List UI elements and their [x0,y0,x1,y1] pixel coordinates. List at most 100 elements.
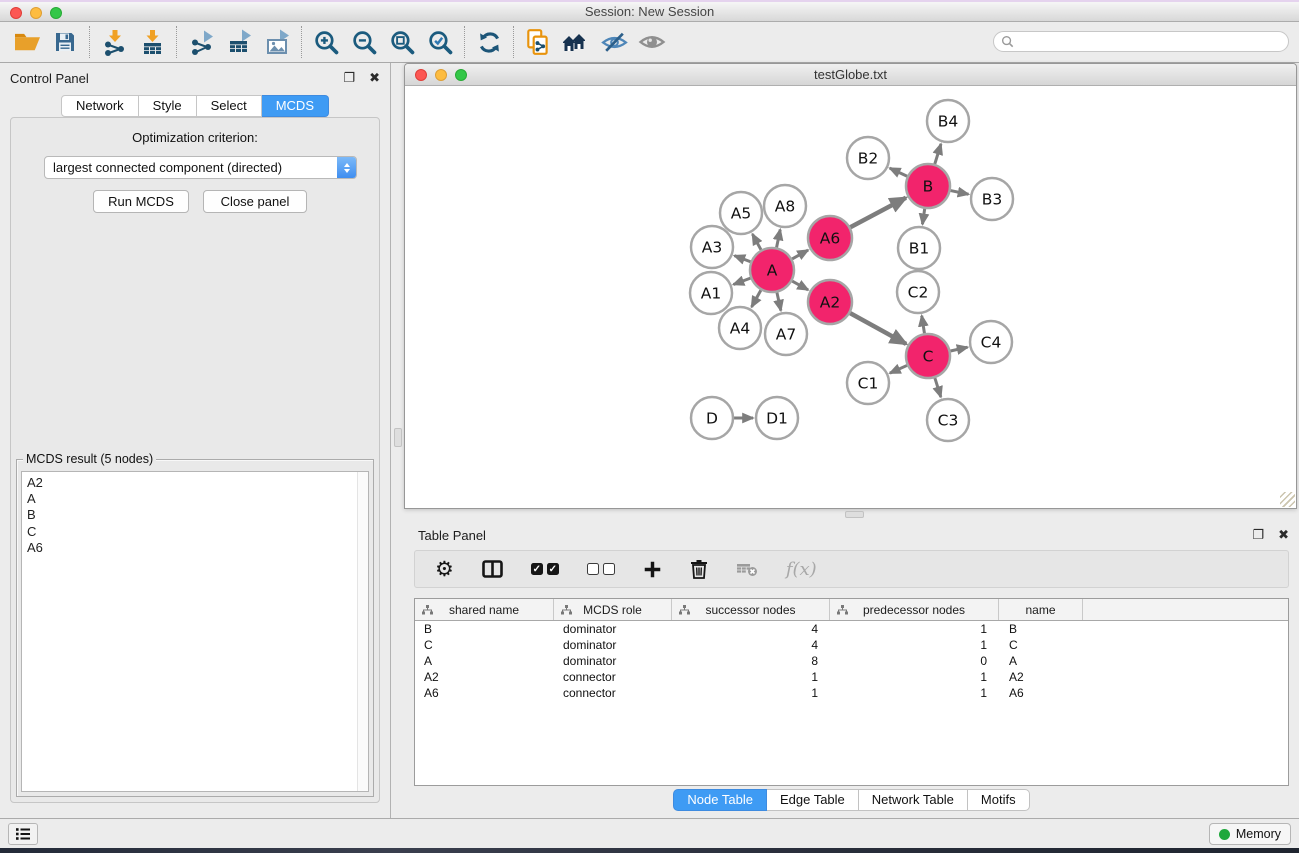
zoom-view-button[interactable] [455,69,467,81]
mcds-result-list[interactable]: A2 A B C A6 [21,471,369,792]
tab-network-table[interactable]: Network Table [859,789,968,811]
create-column-button[interactable] [643,560,662,579]
float-panel-icon[interactable]: ❐ [343,70,355,86]
zoom-selected-button[interactable] [421,24,459,60]
criterion-dropdown[interactable]: largest connected component (directed) [44,156,357,179]
show-columns-button[interactable] [482,560,503,578]
zoom-in-button[interactable] [307,24,345,60]
birds-eye-view-button[interactable] [633,24,671,60]
new-network-from-selection-button[interactable] [519,24,557,60]
graph-edge[interactable] [792,281,808,290]
graph-edge[interactable] [777,292,781,310]
network-view-window: testGlobe.txt AA1A2A3A4A5A6A7A8BB1B2B3B4… [404,63,1297,509]
graph-edge[interactable] [792,250,808,259]
tab-select[interactable]: Select [197,95,262,117]
refresh-layout-button[interactable] [470,24,508,60]
export-network-button[interactable] [182,24,220,60]
list-item[interactable]: A6 [27,540,368,556]
vertical-splitter-handle[interactable] [394,428,402,447]
import-table-button[interactable] [133,24,171,60]
close-panel-icon[interactable]: ✖ [369,70,380,86]
tab-network[interactable]: Network [61,95,139,117]
task-history-button[interactable] [8,823,38,845]
tab-motifs[interactable]: Motifs [968,789,1030,811]
tab-edge-table[interactable]: Edge Table [767,789,859,811]
graph-edge[interactable] [935,144,941,164]
table-row[interactable]: A2 connector 1 1 A2 [415,669,1288,685]
save-session-button[interactable] [46,24,84,60]
import-network-button[interactable] [95,24,133,60]
graph-edge[interactable] [890,168,907,176]
memory-button[interactable]: Memory [1209,823,1291,845]
hide-graphics-details-button[interactable] [595,24,633,60]
network-window-titlebar[interactable]: testGlobe.txt [405,64,1296,86]
graph-edge[interactable] [850,198,906,228]
tab-style[interactable]: Style [139,95,197,117]
export-network-icon [188,29,215,56]
tab-node-table[interactable]: Node Table [673,789,767,811]
table-row[interactable]: C dominator 4 1 C [415,637,1288,653]
unselect-all-columns-button[interactable] [587,563,615,575]
search-input[interactable] [1018,35,1288,49]
column-header-successor-nodes[interactable]: successor nodes [672,599,830,620]
graph-edge[interactable] [951,191,969,195]
column-header-mcds-role[interactable]: MCDS role [554,599,672,620]
graph-edge[interactable] [890,365,907,373]
delete-column-button[interactable] [690,559,708,579]
control-panel-header: Control Panel ❐ ✖ [0,63,390,93]
graph-edge[interactable] [922,209,924,224]
export-image-icon [264,29,291,56]
graph-edge[interactable] [922,316,925,334]
delete-table-icon [736,562,758,577]
tab-mcds[interactable]: MCDS [262,95,329,117]
graph-edge[interactable] [935,378,941,397]
table-row[interactable]: A dominator 8 0 A [415,653,1288,669]
column-header-shared-name[interactable]: shared name [415,599,554,620]
graph-edge[interactable] [777,230,781,248]
delete-table-button[interactable] [736,562,758,577]
close-panel-button[interactable]: Close panel [203,190,307,213]
run-mcds-button[interactable]: Run MCDS [93,190,189,213]
list-item[interactable]: C [27,524,368,540]
save-floppy-icon [53,30,77,54]
network-canvas[interactable]: AA1A2A3A4A5A6A7A8BB1B2B3B4CC1C2C3C4DD1 [405,86,1296,508]
graph-edge[interactable] [950,347,967,351]
graph-edge[interactable] [850,313,906,344]
float-panel-icon[interactable]: ❐ [1252,527,1264,543]
window-resize-grip[interactable] [1280,492,1295,507]
column-header-name[interactable]: name [999,599,1083,620]
graph-edge[interactable] [752,290,761,307]
table-panel-title: Table Panel [418,528,486,543]
export-table-button[interactable] [220,24,258,60]
list-item[interactable]: A2 [27,475,368,491]
open-session-button[interactable] [8,24,46,60]
zoom-out-button[interactable] [345,24,383,60]
toolbar-separator [464,26,465,58]
zoom-window-button[interactable] [50,7,62,19]
table-row[interactable]: B dominator 4 1 B [415,621,1288,637]
zoom-fit-button[interactable] [383,24,421,60]
column-header-predecessor-nodes[interactable]: predecessor nodes [830,599,999,620]
close-panel-icon[interactable]: ✖ [1278,527,1289,543]
graph-edge[interactable] [752,234,761,250]
table-row[interactable]: A6 connector 1 1 A6 [415,685,1288,701]
close-window-button[interactable] [10,7,22,19]
close-view-button[interactable] [415,69,427,81]
home-button[interactable] [557,24,595,60]
graph-edge[interactable] [733,278,750,284]
list-scrollbar[interactable] [357,472,368,791]
table-settings-button[interactable]: ⚙ [435,559,454,580]
table-toolbar: ⚙ ✓ ✓ [414,550,1289,588]
horizontal-splitter-handle[interactable] [845,511,864,518]
list-item[interactable]: B [27,507,368,523]
minimize-view-button[interactable] [435,69,447,81]
function-builder-button[interactable]: f(x) [786,559,817,580]
search-field[interactable] [993,31,1289,52]
export-image-button[interactable] [258,24,296,60]
minimize-window-button[interactable] [30,7,42,19]
list-item[interactable]: A [27,491,368,507]
select-all-columns-button[interactable]: ✓ ✓ [531,563,559,575]
graph-edge[interactable] [734,256,750,262]
checked-box-icon: ✓ [531,563,543,575]
network-canvas-wrap: AA1A2A3A4A5A6A7A8BB1B2B3B4CC1C2C3C4DD1 [405,86,1296,508]
